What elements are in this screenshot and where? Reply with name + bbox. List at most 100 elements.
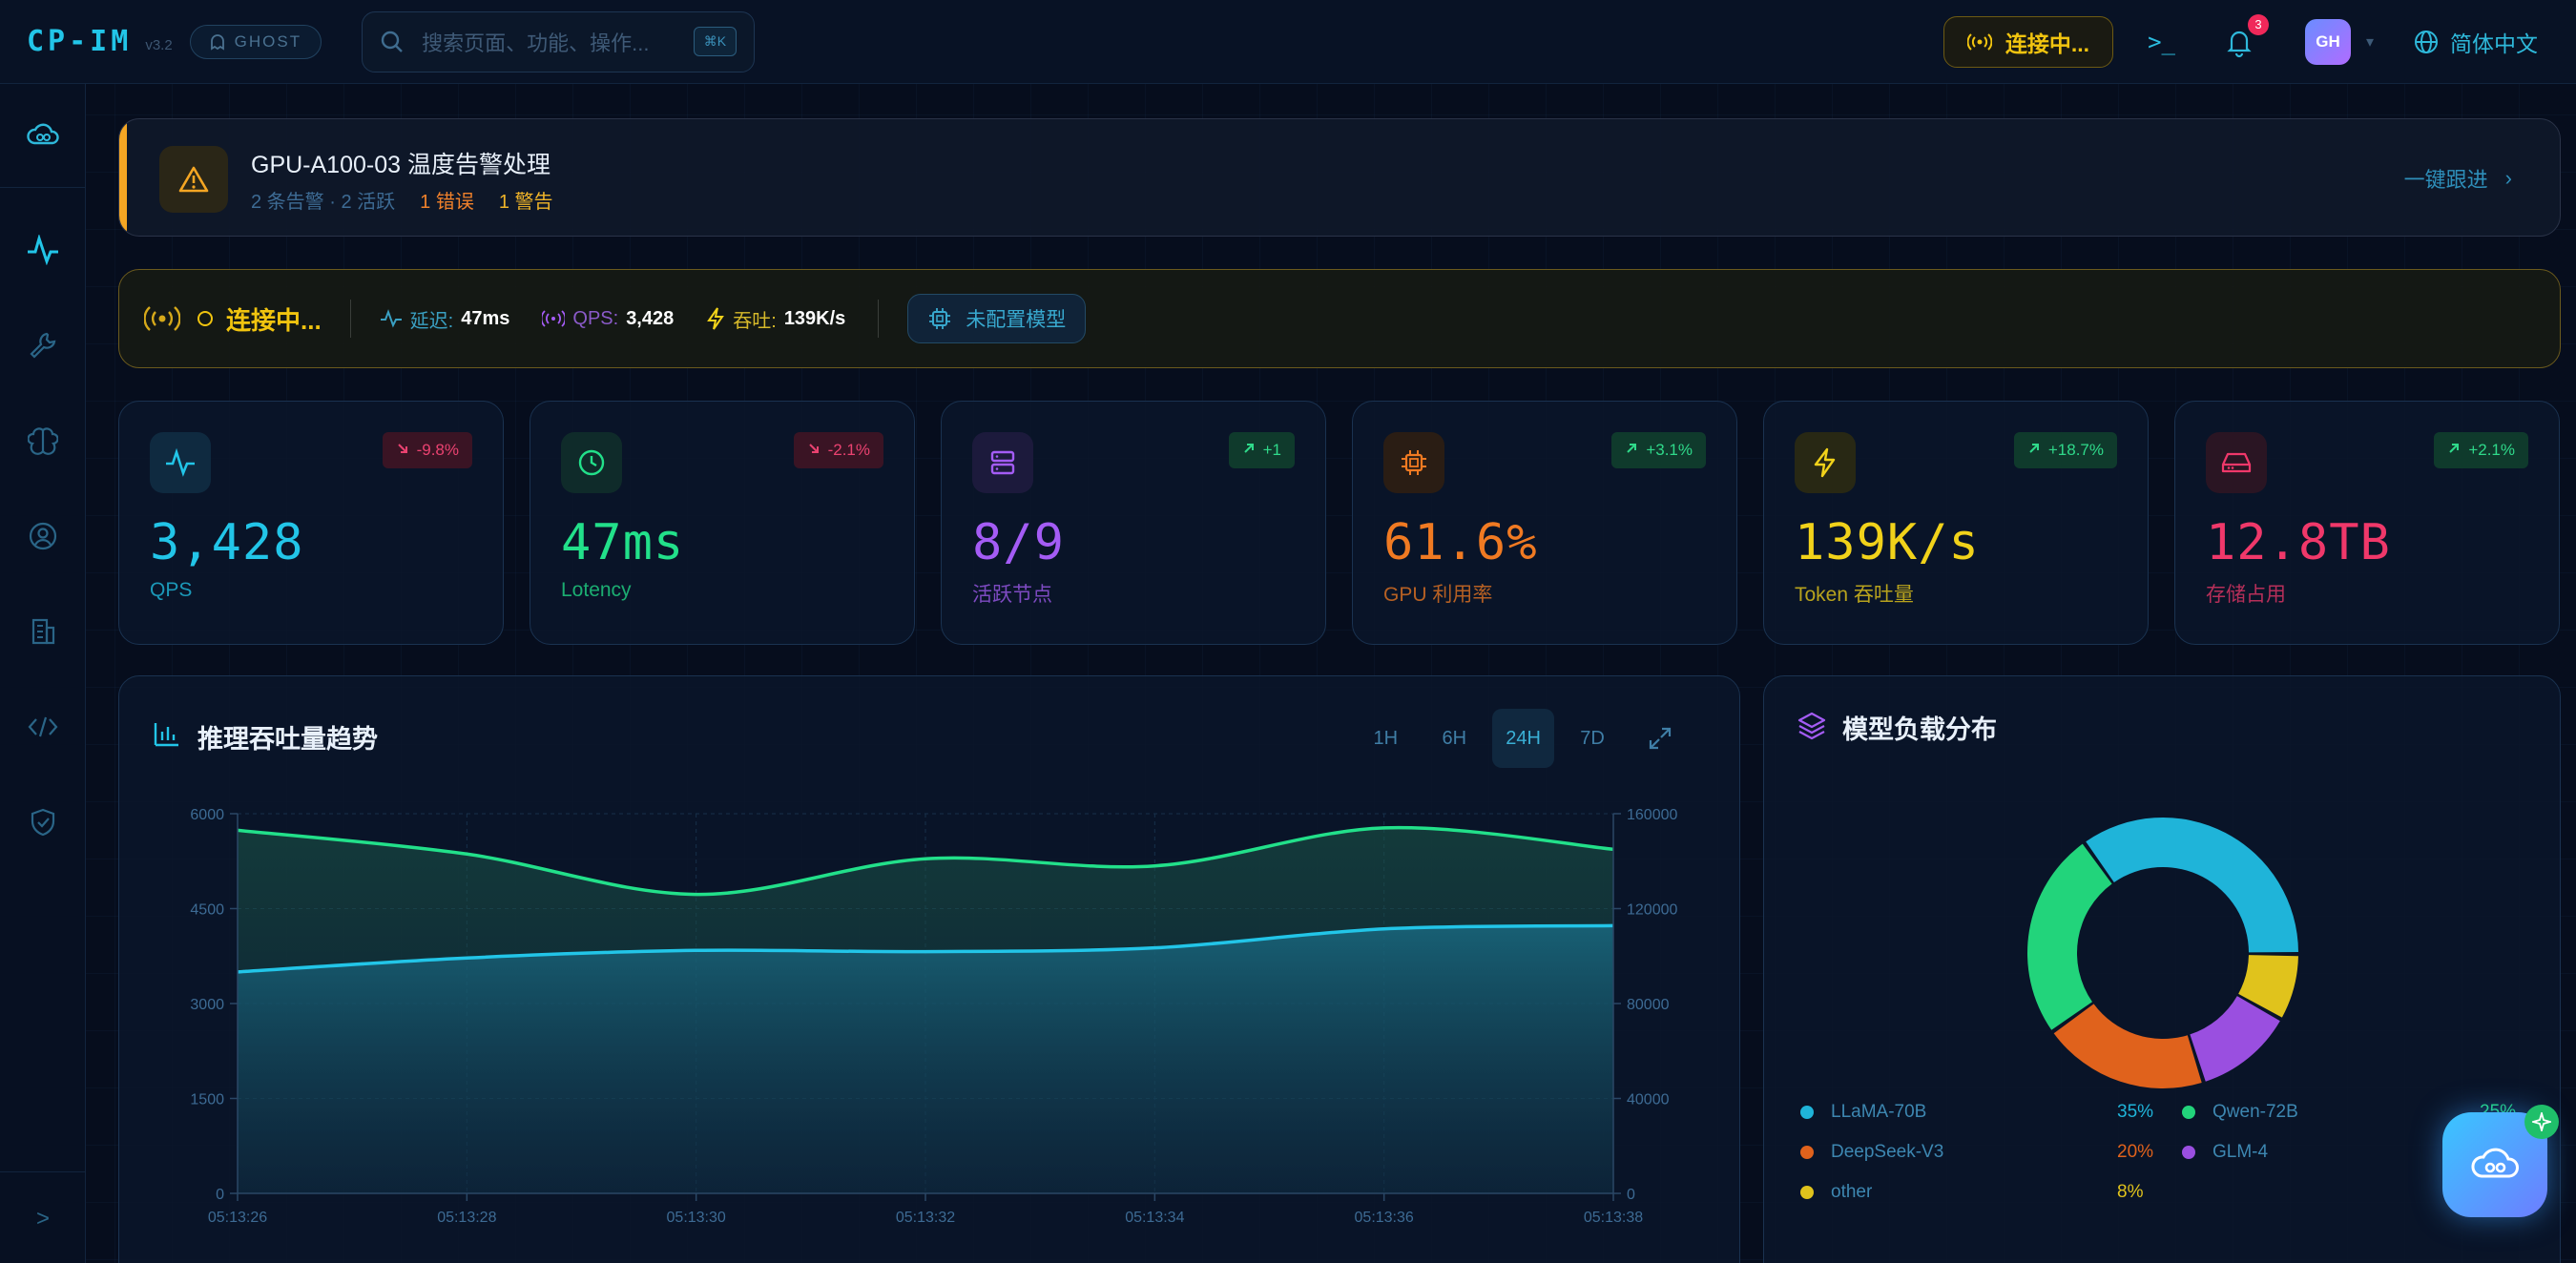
stat-change: +1: [1262, 441, 1281, 459]
trend-down-icon: [396, 441, 409, 460]
user-icon[interactable]: [20, 513, 66, 559]
search-box[interactable]: 搜索页面、功能、操作... ⌘K: [362, 10, 756, 72]
donut-slice-llama-70b[interactable]: [2086, 818, 2298, 953]
stat-card-1[interactable]: -2.1% 47ms Lotency: [530, 401, 915, 645]
y-tick-label-right: 120000: [1627, 902, 1677, 919]
sparkle-icon: [2524, 1105, 2559, 1139]
building-icon[interactable]: [20, 609, 66, 654]
y-tick-label-left: 3000: [190, 997, 224, 1013]
y-tick-label-left: 6000: [190, 807, 224, 823]
x-tick-label: 05:13:30: [667, 1210, 726, 1226]
stat-change-badge: +1: [1228, 432, 1295, 468]
brain-icon[interactable]: [20, 418, 66, 464]
donut-slice-deepseek-v3[interactable]: [2053, 1004, 2202, 1088]
activity-icon[interactable]: [20, 227, 66, 273]
y-tick-label-left: 1500: [190, 1092, 224, 1108]
sidebar: >: [0, 84, 86, 1263]
legend-label: GLM-4: [2212, 1142, 2269, 1162]
alert-summary: 2 条告警 · 2 活跃: [251, 192, 396, 213]
legend-item[interactable]: DeepSeek-V3 20%: [1800, 1142, 2153, 1163]
alert-accent-bar: [119, 119, 127, 236]
stat-change-badge: +3.1%: [1611, 432, 1706, 468]
qps-metric: QPS: 3,428: [542, 308, 674, 330]
status-divider: [878, 300, 880, 338]
throughput-metric: 吞吐: 139K/s: [706, 305, 845, 333]
search-input[interactable]: 搜索页面、功能、操作...: [422, 27, 676, 57]
cloud-icon[interactable]: [20, 113, 66, 158]
model-config-label: 未配置模型: [966, 309, 1067, 331]
throughput-value: 139K/s: [783, 307, 846, 329]
chevron-down-icon[interactable]: ▾: [2366, 32, 2374, 52]
code-icon[interactable]: [20, 704, 66, 750]
sidebar-expand-button[interactable]: >: [20, 1196, 66, 1242]
connection-status-button[interactable]: 连接中...: [1942, 15, 2114, 68]
stat-value: 8/9: [972, 514, 1065, 571]
stat-label: Lotency: [561, 579, 632, 601]
top-bar: CP-IM v3.2 GHOST 搜索页面、功能、操作... ⌘K 连接中...…: [0, 0, 2576, 84]
legend-label: LLaMA-70B: [1831, 1102, 1927, 1122]
notifications-button[interactable]: 3: [2223, 13, 2269, 58]
stat-card-5[interactable]: +2.1% 12.8TB 存储占用: [2174, 401, 2560, 645]
sidebar-divider: [0, 187, 86, 188]
x-tick-label: 05:13:34: [1125, 1210, 1184, 1226]
x-tick-label: 05:13:32: [896, 1210, 955, 1226]
hdd-icon: [2206, 432, 2267, 493]
notification-count-badge: 3: [2247, 13, 2269, 35]
legend-swatch: [2182, 1106, 2195, 1119]
legend-label: DeepSeek-V3: [1831, 1142, 1944, 1162]
ghost-mode-label: GHOST: [234, 31, 302, 51]
trend-up-icon: [1625, 441, 1638, 460]
stat-change: +3.1%: [1646, 441, 1693, 459]
stat-card-2[interactable]: +1 8/9 活跃节点: [941, 401, 1326, 645]
layers-icon: [1797, 712, 1826, 740]
donut-title: 模型负载分布: [1842, 715, 1997, 744]
y-tick-label-right: 40000: [1627, 1092, 1670, 1108]
stat-label: 活跃节点: [972, 584, 1052, 606]
alert-banner[interactable]: GPU-A100-03 温度告警处理 2 条告警 · 2 活跃 1 错误 1 警…: [118, 118, 2561, 237]
model-config-button[interactable]: 未配置模型: [907, 294, 1087, 343]
legend-item[interactable]: LLaMA-70B 35%: [1800, 1102, 2153, 1123]
y-tick-label-right: 80000: [1627, 997, 1670, 1013]
legend-swatch: [2182, 1146, 2195, 1159]
stat-change: +2.1%: [2468, 441, 2515, 459]
terminal-button[interactable]: >_: [2148, 29, 2175, 55]
language-selector[interactable]: 简体中文: [2414, 26, 2538, 58]
stat-card-3[interactable]: +3.1% 61.6% GPU 利用率: [1352, 401, 1737, 645]
chevron-right-icon: >: [35, 1206, 50, 1232]
y-tick-label-left: 0: [216, 1187, 224, 1203]
shield-icon[interactable]: [20, 799, 66, 845]
stat-value: 47ms: [561, 514, 685, 571]
search-icon: [381, 31, 403, 52]
user-avatar[interactable]: GH: [2304, 18, 2351, 65]
connection-status: 连接中...: [197, 301, 322, 337]
alert-warning-count: 1 警告: [498, 192, 553, 213]
wrench-icon[interactable]: [20, 322, 66, 368]
alert-title: GPU-A100-03 温度告警处理: [251, 152, 551, 178]
stat-value: 139K/s: [1795, 514, 1980, 571]
stat-card-4[interactable]: +18.7% 139K/s Token 吞吐量: [1763, 401, 2149, 645]
zap-icon: [1795, 432, 1856, 493]
x-tick-label: 05:13:26: [208, 1210, 267, 1226]
trend-up-icon: [2027, 441, 2041, 460]
legend-percent: 35%: [2117, 1102, 2154, 1122]
cpu-icon: [1383, 432, 1444, 493]
stat-label: 存储占用: [2206, 584, 2286, 606]
follow-up-button[interactable]: 一键跟进 ›: [2404, 163, 2512, 194]
stat-change: -9.8%: [416, 441, 459, 459]
app-version: v3.2: [145, 37, 173, 53]
globe-icon: [2415, 30, 2438, 53]
stat-card-0[interactable]: -9.8% 3,428 QPS: [118, 401, 504, 645]
connection-status-label: 连接中...: [226, 305, 322, 335]
model-load-card: 模型负载分布 LLaMA-70B 35% Qwen-72B 25% DeepSe…: [1763, 675, 2561, 1263]
warning-icon: [159, 146, 228, 213]
legend-item[interactable]: other 8%: [1800, 1182, 2143, 1203]
donut-slice-qwen-72b[interactable]: [2027, 843, 2112, 1030]
stat-change-badge: -9.8%: [382, 432, 472, 468]
assistant-fab-button[interactable]: [2442, 1105, 2559, 1217]
trend-down-icon: [807, 441, 821, 460]
status-dot: [197, 311, 213, 326]
ghost-mode-pill[interactable]: GHOST: [189, 24, 322, 59]
stat-label: GPU 利用率: [1383, 584, 1493, 606]
app-logo[interactable]: CP-IM: [27, 25, 132, 58]
x-tick-label: 05:13:36: [1355, 1210, 1414, 1226]
